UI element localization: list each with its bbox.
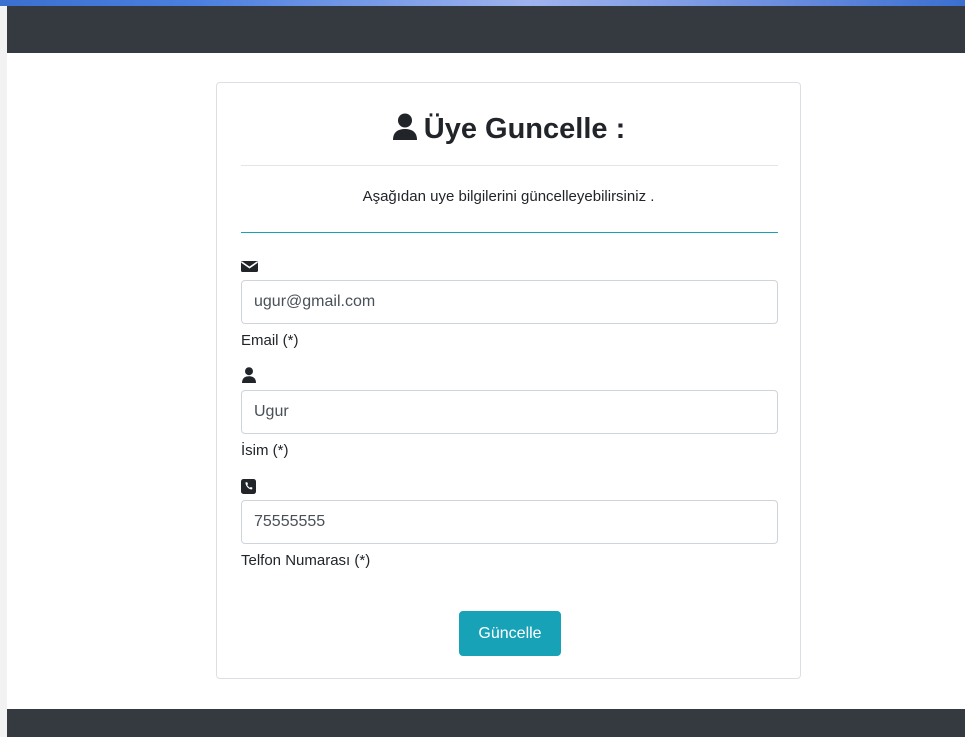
email-input[interactable]: [241, 280, 778, 324]
name-input[interactable]: [241, 390, 778, 434]
page-title: Üye Guncelle :: [217, 111, 800, 150]
envelope-icon: [241, 258, 259, 274]
page: Üye Guncelle : Aşağıdan uye bilgilerini …: [0, 0, 965, 737]
name-label: İsim (*): [241, 442, 289, 459]
left-edge: [0, 6, 7, 737]
phone-label: Telfon Numarası (*): [241, 552, 371, 569]
email-label: Email (*): [241, 332, 299, 349]
update-button[interactable]: Güncelle: [459, 611, 561, 656]
phone-icon: [241, 478, 259, 494]
subtitle: Aşağıdan uye bilgilerini güncelleyebilir…: [362, 188, 655, 205]
user-icon: [392, 113, 418, 150]
title-divider: [241, 165, 778, 166]
title-text: Üye Guncelle :: [423, 113, 626, 145]
user-icon: [241, 367, 259, 383]
subtitle-divider: [241, 232, 778, 233]
phone-input[interactable]: [241, 500, 778, 544]
update-member-card: Üye Guncelle : Aşağıdan uye bilgilerini …: [216, 82, 801, 679]
navbar: [7, 6, 965, 53]
footer: [7, 709, 965, 737]
